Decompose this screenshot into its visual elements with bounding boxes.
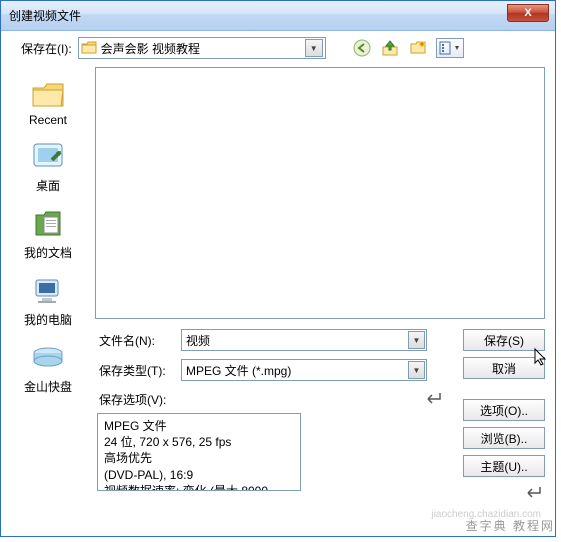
chevron-down-icon[interactable]: ▼ <box>408 331 425 349</box>
enter-icon[interactable] <box>421 389 445 409</box>
computer-icon <box>28 273 68 309</box>
details-box: MPEG 文件 24 位, 720 x 576, 25 fps 高场优先 (DV… <box>97 413 301 491</box>
cancel-button[interactable]: 取消 <box>463 357 545 379</box>
details-line: 视频数据速率: 变化 (最大 8000 <box>104 483 294 491</box>
details-line: 高场优先 <box>104 450 294 466</box>
location-dropdown[interactable]: 会声会影 视频教程 ▼ <box>78 37 326 59</box>
filename-label: 文件名(N): <box>95 332 173 349</box>
details-line: (DVD-PAL), 16:9 <box>104 467 294 483</box>
disk-icon <box>28 340 68 376</box>
sidebar-item-label: Recent <box>29 113 67 127</box>
filetype-value: MPEG 文件 (*.mpg) <box>186 362 291 379</box>
subject-button[interactable]: 主题(U).. <box>463 455 545 477</box>
enter-icon[interactable] <box>521 483 545 503</box>
file-list[interactable] <box>95 67 545 319</box>
chevron-down-icon[interactable]: ▼ <box>408 361 425 379</box>
watermark-text: 查字典 教程网 <box>466 517 555 534</box>
desktop-icon <box>28 139 68 175</box>
filetype-label: 保存类型(T): <box>95 362 173 379</box>
details-line: MPEG 文件 <box>104 418 294 434</box>
save-in-label: 保存在(I): <box>21 40 72 57</box>
filename-value: 视频 <box>186 332 210 349</box>
filename-input[interactable]: 视频 ▼ <box>181 329 427 351</box>
new-folder-icon[interactable] <box>408 38 428 58</box>
sidebar-item-recent[interactable]: Recent <box>8 75 88 127</box>
options-button[interactable]: 选项(O).. <box>463 399 545 421</box>
browse-button[interactable]: 浏览(B).. <box>463 427 545 449</box>
sidebar-item-label: 金山快盘 <box>24 378 72 395</box>
save-options-label: 保存选项(V): <box>95 391 166 408</box>
view-menu-icon[interactable] <box>436 38 464 58</box>
documents-icon <box>28 206 68 242</box>
filetype-dropdown[interactable]: MPEG 文件 (*.mpg) ▼ <box>181 359 427 381</box>
sidebar-item-kingsoft[interactable]: 金山快盘 <box>8 340 88 395</box>
titlebar: 创建视频文件 X <box>1 1 555 31</box>
back-icon[interactable] <box>352 38 372 58</box>
sidebar-item-label: 我的电脑 <box>24 311 72 328</box>
sidebar-item-computer[interactable]: 我的电脑 <box>8 273 88 328</box>
location-text: 会声会影 视频教程 <box>101 40 305 57</box>
toolbar: 保存在(I): 会声会影 视频教程 ▼ <box>1 31 555 65</box>
sidebar-item-label: 我的文档 <box>24 244 72 261</box>
recent-icon <box>28 75 68 111</box>
sidebar-item-documents[interactable]: 我的文档 <box>8 206 88 261</box>
save-button[interactable]: 保存(S) <box>463 329 545 351</box>
folder-icon <box>81 41 97 55</box>
sidebar-item-desktop[interactable]: 桌面 <box>8 139 88 194</box>
chevron-down-icon[interactable]: ▼ <box>305 39 323 57</box>
sidebar-item-label: 桌面 <box>36 177 60 194</box>
places-sidebar: Recent 桌面 我的文档 我的电脑 <box>1 65 95 503</box>
details-line: 24 位, 720 x 576, 25 fps <box>104 434 294 450</box>
window-title: 创建视频文件 <box>5 7 81 24</box>
up-icon[interactable] <box>380 38 400 58</box>
close-button[interactable]: X <box>507 4 549 22</box>
close-icon: X <box>524 7 531 19</box>
